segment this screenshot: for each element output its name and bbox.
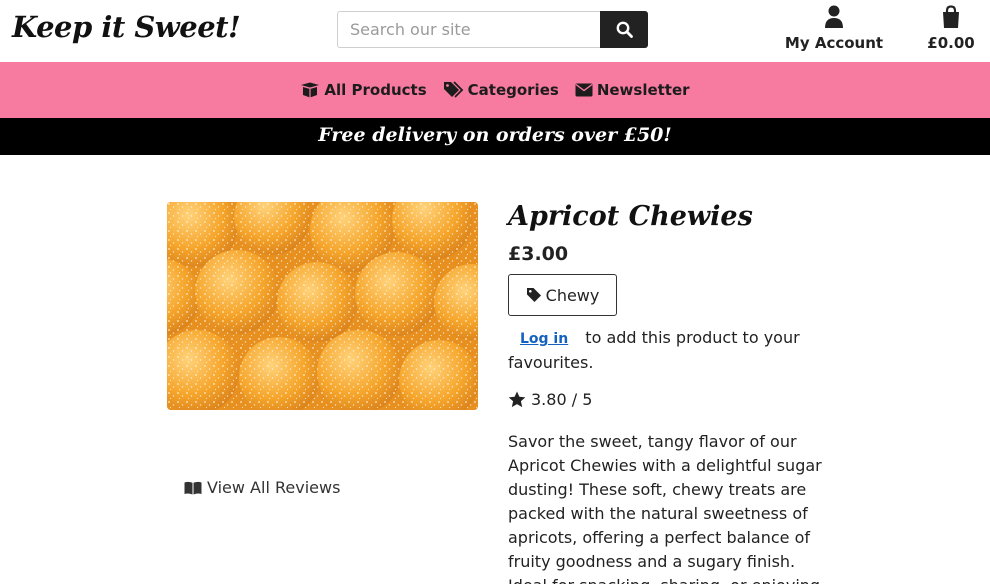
- view-all-reviews-link[interactable]: View All Reviews: [184, 478, 340, 497]
- nav-all-products-label: All Products: [324, 81, 427, 99]
- open-book-icon: [184, 481, 202, 494]
- my-account-link[interactable]: My Account: [778, 4, 890, 52]
- promo-banner: Free delivery on orders over £50!: [0, 118, 990, 155]
- search-button[interactable]: [600, 11, 648, 48]
- nav-newsletter-label: Newsletter: [596, 81, 690, 99]
- category-tag-button[interactable]: Chewy: [508, 274, 617, 316]
- box-open-icon: [301, 82, 320, 98]
- user-icon: [825, 5, 843, 28]
- favourites-prompt: Log in to add this product to your favou…: [508, 326, 808, 375]
- product-rating: 3.80 / 5: [508, 390, 592, 409]
- nav-categories-label: Categories: [467, 81, 559, 99]
- product-title: Apricot Chewies: [508, 201, 753, 232]
- rating-value: 3.80 / 5: [531, 390, 593, 409]
- product-description: Savor the sweet, tangy flavor of our Apr…: [508, 432, 822, 584]
- tag-icon: [526, 288, 541, 302]
- category-tag-label: Chewy: [545, 285, 600, 305]
- search-bar: [337, 11, 648, 48]
- site-header: Keep it Sweet! My Account £0.00: [0, 0, 990, 62]
- cart-total: £0.00: [927, 34, 975, 52]
- nav-all-products[interactable]: All Products: [300, 81, 427, 99]
- search-input[interactable]: [337, 11, 600, 48]
- nav-newsletter[interactable]: Newsletter: [575, 81, 690, 99]
- view-all-reviews-label: View All Reviews: [207, 478, 341, 497]
- nav-categories[interactable]: Categories: [443, 81, 559, 99]
- main-nav: All Products Categories Newsletter: [0, 62, 990, 118]
- product-image: [167, 202, 478, 410]
- site-logo[interactable]: Keep it Sweet!: [12, 10, 241, 44]
- login-link[interactable]: Log in: [508, 331, 580, 347]
- search-icon: [616, 21, 633, 38]
- shopping-bag-icon: [943, 5, 959, 28]
- cart-link[interactable]: £0.00: [918, 4, 984, 52]
- product-price: £3.00: [508, 243, 569, 265]
- my-account-label: My Account: [784, 34, 884, 52]
- star-icon: [508, 391, 526, 408]
- envelope-icon: [575, 83, 593, 97]
- tags-icon: [443, 81, 463, 98]
